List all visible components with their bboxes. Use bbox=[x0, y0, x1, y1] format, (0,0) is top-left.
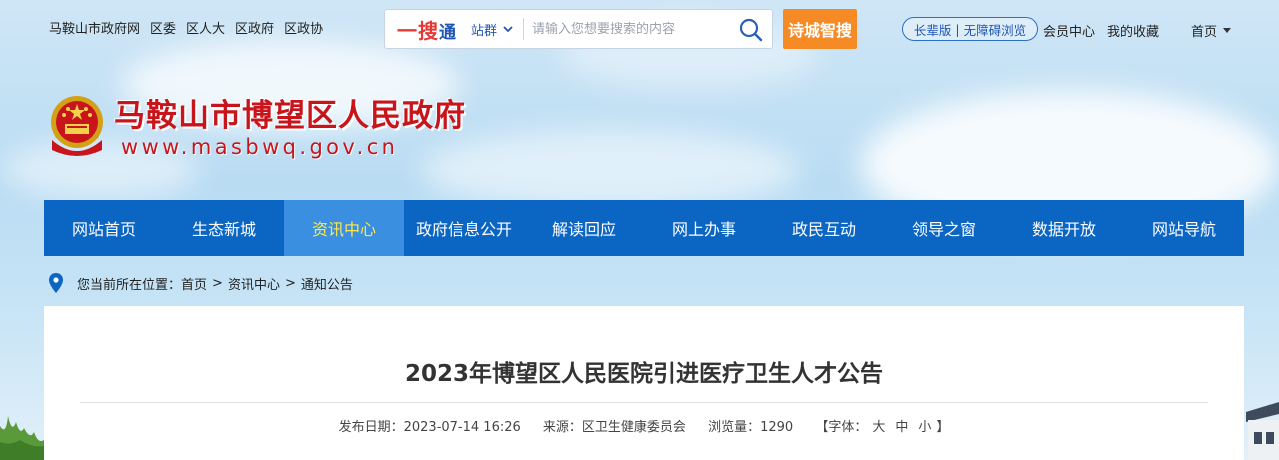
location-pin-icon bbox=[49, 273, 63, 293]
smart-search-button[interactable]: 诗城智搜 bbox=[783, 9, 857, 49]
breadcrumb-home[interactable]: 首页 bbox=[181, 274, 207, 293]
top-link-district-committee[interactable]: 区委 bbox=[150, 18, 176, 37]
cloud-decoration bbox=[420, 130, 800, 210]
top-link-district-congress[interactable]: 区人大 bbox=[186, 18, 225, 37]
nav-item-interpretation[interactable]: 解读回应 bbox=[524, 200, 644, 256]
nav-item-news-center[interactable]: 资讯中心 bbox=[284, 200, 404, 256]
chevron-down-icon bbox=[503, 25, 513, 32]
search-logo: 一搜通 bbox=[397, 18, 457, 43]
nav-item-interaction[interactable]: 政民互动 bbox=[764, 200, 884, 256]
top-link-city-gov[interactable]: 马鞍山市政府网 bbox=[49, 18, 140, 37]
font-small-button[interactable]: 小 bbox=[918, 420, 931, 435]
search-button[interactable] bbox=[738, 17, 764, 43]
font-large-button[interactable]: 大 bbox=[872, 420, 885, 435]
home-dropdown-label: 首页 bbox=[1191, 25, 1218, 40]
breadcrumb-prefix: 您当前所在位置： bbox=[77, 277, 182, 293]
top-links: 马鞍山市政府网 区委 区人大 区政府 区政协 bbox=[49, 18, 323, 37]
article-divider bbox=[80, 402, 1208, 403]
article-source: 来源：区卫生健康委员会 bbox=[542, 420, 686, 435]
breadcrumb-notices[interactable]: 通知公告 bbox=[301, 274, 353, 293]
font-size-controls: 【字体：大中小】 bbox=[815, 420, 950, 435]
nav-item-leaders[interactable]: 领导之窗 bbox=[884, 200, 1004, 256]
article-panel: 2023年博望区人民医院引进医疗卫生人才公告 发布日期：2023-07-14 1… bbox=[44, 306, 1244, 460]
breadcrumb-separator: > bbox=[284, 275, 296, 291]
view-count: 浏览量：1290 bbox=[708, 420, 794, 435]
national-emblem-icon bbox=[51, 96, 103, 156]
building-decoration bbox=[1246, 402, 1279, 460]
search-scope-dropdown[interactable]: 站群 bbox=[471, 20, 513, 39]
article-meta: 发布日期：2023-07-14 16:26 来源：区卫生健康委员会 浏览量：12… bbox=[44, 416, 1244, 435]
favorites-link[interactable]: 我的收藏 bbox=[1107, 21, 1159, 40]
barrier-free-link[interactable]: 无障碍浏览 bbox=[964, 20, 1027, 39]
nav-item-gov-info[interactable]: 政府信息公开 bbox=[404, 200, 524, 256]
search-icon bbox=[739, 18, 763, 42]
nav-item-online-services[interactable]: 网上办事 bbox=[644, 200, 764, 256]
nav-item-site-map[interactable]: 网站导航 bbox=[1124, 200, 1244, 256]
accessibility-switch: 长辈版 | 无障碍浏览 bbox=[902, 17, 1038, 41]
top-link-district-gov[interactable]: 区政府 bbox=[235, 18, 274, 37]
breadcrumb: 您当前所在位置： 首页 > 资讯中心 > 通知公告 bbox=[49, 272, 353, 294]
article-title: 2023年博望区人民医院引进医疗卫生人才公告 bbox=[404, 361, 883, 387]
breadcrumb-separator: > bbox=[212, 275, 223, 291]
nav-item-open-data[interactable]: 数据开放 bbox=[1004, 200, 1124, 256]
elder-mode-link[interactable]: 长辈版 bbox=[914, 20, 952, 39]
search-box: 一搜通 站群 bbox=[384, 9, 773, 49]
breadcrumb-news-center[interactable]: 资讯中心 bbox=[228, 274, 280, 293]
caret-down-icon bbox=[1223, 28, 1232, 33]
search-scope-label: 站群 bbox=[471, 23, 498, 39]
user-links: 会员中心 我的收藏 bbox=[1043, 21, 1159, 40]
main-nav: 网站首页 生态新城 资讯中心 政府信息公开 解读回应 网上办事 政民互动 领导之… bbox=[44, 200, 1244, 256]
font-medium-button[interactable]: 中 bbox=[895, 420, 908, 435]
search-divider bbox=[523, 18, 525, 40]
grass-decoration bbox=[0, 416, 44, 460]
nav-item-home[interactable]: 网站首页 bbox=[44, 200, 164, 256]
site-url: www.masbwq.gov.cn bbox=[121, 135, 399, 159]
member-center-link[interactable]: 会员中心 bbox=[1043, 21, 1095, 40]
nav-item-eco-city[interactable]: 生态新城 bbox=[164, 200, 284, 256]
home-dropdown[interactable]: 首页 bbox=[1191, 21, 1232, 40]
search-input[interactable] bbox=[532, 21, 723, 37]
top-bar: 马鞍山市政府网 区委 区人大 区政府 区政协 一搜通 站群 诗城智搜 长辈版 |… bbox=[0, 0, 1279, 54]
top-link-district-cppcc[interactable]: 区政协 bbox=[284, 18, 323, 37]
publish-date: 发布日期：2023-07-14 16:26 bbox=[338, 420, 521, 435]
site-title: 马鞍山市博望区人民政府 bbox=[114, 98, 466, 134]
access-separator: | bbox=[955, 21, 960, 37]
